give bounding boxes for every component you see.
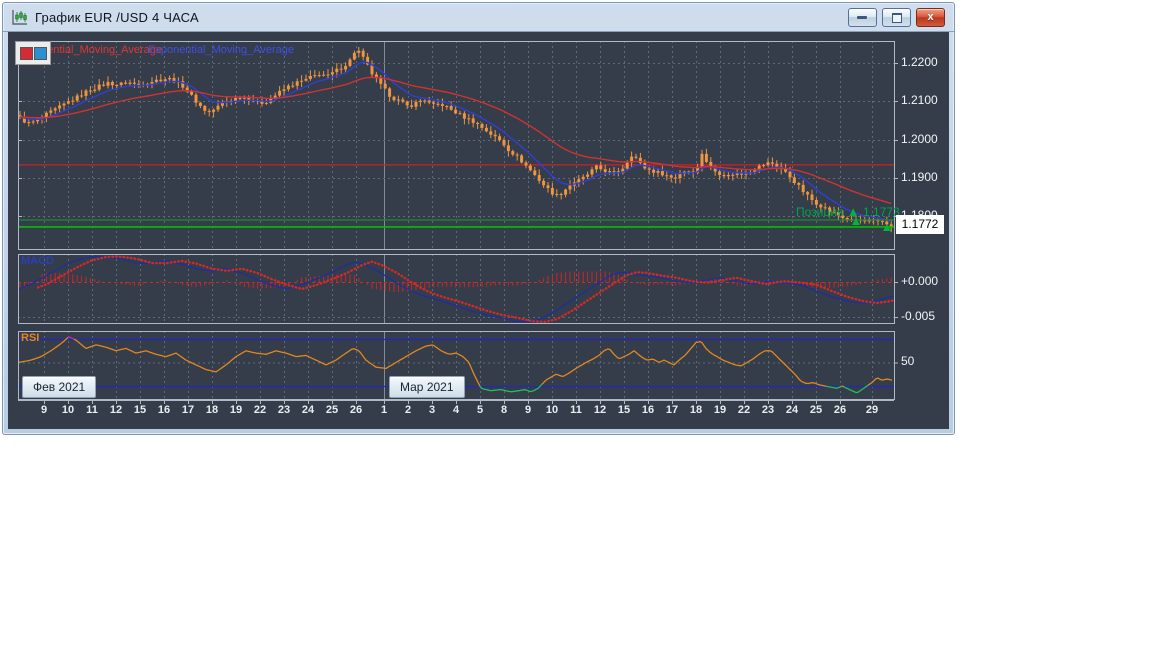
x-tick-10-day-23: 23 — [277, 404, 291, 416]
x-tick-25-day-16: 16 — [641, 404, 655, 416]
close-button[interactable]: x — [916, 7, 945, 27]
candlestick-chart-icon — [12, 9, 27, 25]
x-tick-7-day-18: 18 — [205, 404, 219, 416]
position-label: Позиция ▲ 1.1773 — [796, 204, 900, 219]
x-tick-0-day-9: 9 — [40, 404, 48, 416]
price-tick-1.2100: 1.2100 — [901, 93, 938, 107]
x-tick-6-day-17: 17 — [181, 404, 195, 416]
position-up-arrow-icon: ▲ — [846, 204, 860, 219]
x-tick-22-day-11: 11 — [570, 404, 582, 416]
rsi-tick-50: 50 — [901, 354, 915, 368]
x-tick-12-day-25: 25 — [325, 404, 339, 416]
red-ema-swatch-icon — [20, 47, 33, 60]
x-tick-33-day-26: 26 — [833, 404, 847, 416]
blue-ema-swatch-icon — [34, 47, 47, 60]
x-tick-28-day-19: 19 — [713, 404, 727, 416]
chart-canvas[interactable]: Exponential_Moving_Average Exponential_M… — [8, 32, 949, 429]
legend-box[interactable] — [15, 41, 51, 65]
x-tick-20-day-9: 9 — [524, 404, 532, 416]
price-tick-1.2000: 1.2000 — [901, 132, 938, 146]
price-tick-1.1900: 1.1900 — [901, 170, 938, 184]
x-tick-11-day-24: 24 — [301, 404, 315, 416]
x-tick-9-day-22: 22 — [253, 404, 267, 416]
x-tick-26-day-17: 17 — [665, 404, 679, 416]
x-tick-3-day-12: 12 — [109, 404, 123, 416]
rsi-panel-label: RSI — [21, 332, 40, 344]
price-tick-1.2200: 1.2200 — [901, 55, 938, 69]
x-tick-13-day-26: 26 — [349, 404, 363, 416]
x-tick-32-day-25: 25 — [809, 404, 823, 416]
x-tick-17-day-4: 4 — [452, 404, 460, 416]
restore-button[interactable] — [882, 7, 911, 27]
x-tick-18-day-5: 5 — [476, 404, 484, 416]
chart-window: График EUR /USD 4 ЧАСА x Exponential_Mov… — [2, 2, 955, 435]
x-tick-21-day-10: 10 — [545, 404, 559, 416]
x-tick-4-day-15: 15 — [133, 404, 147, 416]
legend-blue-ema-label: Exponential_Moving_Average — [148, 44, 294, 56]
position-text: Позиция — [796, 205, 844, 219]
month-label-feb: Фев 2021 — [22, 376, 97, 398]
macd-tick-+0.000: +0.000 — [901, 274, 939, 288]
x-tick-15-day-2: 2 — [404, 404, 412, 416]
macd-tick--0.005: -0.005 — [901, 309, 936, 323]
x-tick-1-day-10: 10 — [61, 404, 75, 416]
x-tick-23-day-12: 12 — [593, 404, 607, 416]
x-tick-5-day-16: 16 — [157, 404, 171, 416]
x-tick-29-day-22: 22 — [737, 404, 751, 416]
x-tick-14-day-1: 1 — [380, 404, 388, 416]
titlebar[interactable]: График EUR /USD 4 ЧАСА x — [3, 3, 954, 32]
x-tick-16-day-3: 3 — [428, 404, 436, 416]
x-tick-27-day-18: 18 — [689, 404, 703, 416]
macd-panel-label: MACD — [21, 255, 54, 267]
position-price: 1.1773 — [863, 205, 900, 219]
minimize-button[interactable] — [848, 7, 877, 27]
x-tick-2-day-11: 11 — [86, 404, 98, 416]
window-title: График EUR /USD 4 ЧАСА — [35, 9, 199, 25]
current-price-tag: 1.1772 — [896, 215, 944, 234]
x-tick-19-day-8: 8 — [500, 404, 508, 416]
x-tick-34-day-29: 29 — [865, 404, 879, 416]
price-macd-rsi-plot — [17, 41, 898, 404]
close-icon: x — [927, 10, 934, 23]
x-tick-8-day-19: 19 — [229, 404, 243, 416]
x-tick-24-day-15: 15 — [617, 404, 631, 416]
window-controls: x — [848, 7, 945, 27]
x-tick-30-day-23: 23 — [761, 404, 775, 416]
month-label-mar: Мар 2021 — [389, 376, 465, 398]
x-tick-31-day-24: 24 — [785, 404, 799, 416]
restore-icon — [892, 12, 902, 23]
minimize-icon — [857, 15, 867, 19]
